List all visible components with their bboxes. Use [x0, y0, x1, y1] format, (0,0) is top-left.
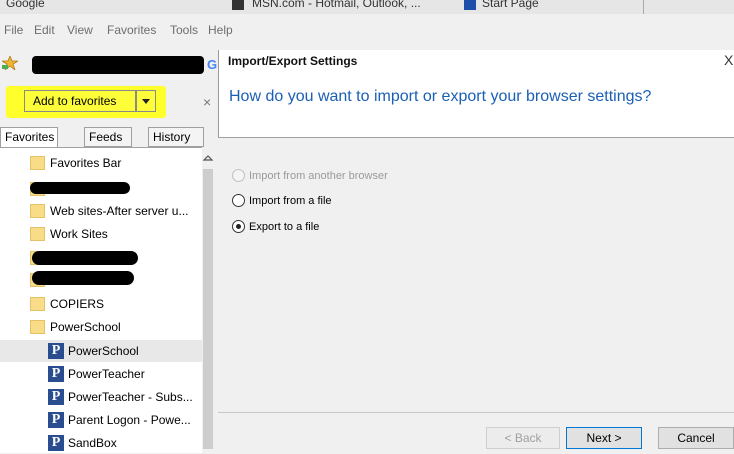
scroll-up-arrow-icon[interactable] [202, 153, 214, 163]
folder-icon [30, 320, 45, 334]
dropdown-arrow-icon [142, 99, 150, 104]
menu-bar: File Edit View Favorites Tools Help [0, 22, 734, 40]
tab-feeds[interactable]: Feeds [84, 127, 132, 147]
list-item[interactable]: Favorites Bar [0, 152, 202, 174]
list-item[interactable] [0, 178, 202, 200]
start-page-icon [464, 0, 476, 10]
list-item[interactable]: P SandBox [0, 432, 202, 454]
tab-start-page[interactable]: Start Page [482, 0, 539, 10]
folder-icon [30, 227, 45, 241]
folder-icon [30, 156, 45, 170]
powerschool-icon: P [48, 412, 64, 428]
add-to-favorites-dropdown[interactable] [136, 90, 156, 112]
folder-icon [30, 297, 45, 311]
tab-msn[interactable]: MSN.com - Hotmail, Outlook, ... [252, 0, 421, 10]
tab-google[interactable]: Google [6, 0, 45, 10]
radio-button-checked[interactable] [232, 220, 245, 233]
toolbar-row: G [0, 48, 220, 76]
powerschool-icon: P [48, 343, 64, 359]
tab-favorites[interactable]: Favorites [0, 127, 58, 147]
powerschool-icon: P [48, 389, 64, 405]
svg-text:G: G [207, 57, 217, 71]
redacted-address [32, 56, 204, 74]
favorites-list: Favorites Bar Web sites-After server u..… [0, 147, 202, 453]
list-item[interactable]: COPIERS [0, 293, 202, 315]
list-item[interactable] [0, 247, 202, 269]
tab-divider [643, 0, 644, 14]
tab-history[interactable]: History [148, 127, 204, 147]
list-item[interactable]: P PowerTeacher [0, 363, 202, 385]
radio-button [232, 169, 245, 182]
dialog-question: How do you want to import or export your… [229, 88, 652, 105]
menu-tools[interactable]: Tools [170, 22, 198, 38]
powerschool-icon: P [48, 366, 64, 382]
favorites-star-icon[interactable] [2, 56, 18, 70]
cancel-button[interactable]: Cancel [658, 427, 734, 449]
list-item[interactable]: Work Sites [0, 223, 202, 245]
next-button[interactable]: Next > [566, 427, 642, 449]
back-button[interactable]: < Back [486, 427, 560, 449]
list-item[interactable] [0, 269, 202, 291]
menu-view[interactable]: View [67, 22, 93, 38]
menu-favorites[interactable]: Favorites [107, 22, 156, 38]
favorites-scrollbar[interactable] [202, 147, 214, 453]
menu-edit[interactable]: Edit [34, 22, 55, 38]
radio-button[interactable] [232, 194, 245, 207]
list-item[interactable]: P PowerTeacher - Subs... [0, 386, 202, 408]
favorites-tabs: Favorites Feeds History [0, 127, 214, 147]
dialog-close-button[interactable]: X [724, 52, 733, 68]
list-item[interactable]: Web sites-After server u... [0, 200, 202, 222]
redacted-item [32, 271, 134, 285]
list-item[interactable]: PowerSchool [0, 316, 202, 338]
dialog-footer: < Back Next > Cancel [218, 413, 734, 453]
add-to-favorites-button[interactable]: Add to favorites [24, 90, 136, 112]
browser-tab-strip: Google MSN.com - Hotmail, Outlook, ... S… [0, 0, 734, 14]
menu-help[interactable]: Help [208, 22, 233, 38]
dialog-title: Import/Export Settings [228, 54, 358, 68]
folder-icon [30, 204, 45, 218]
list-item-selected[interactable]: P PowerSchool [0, 340, 202, 362]
dialog-body: Import from another browser Import from … [218, 138, 734, 412]
redacted-item [30, 182, 130, 194]
menu-file[interactable]: File [4, 22, 23, 38]
close-panel-icon[interactable]: × [203, 94, 211, 110]
msn-icon [232, 0, 244, 10]
powerschool-icon: P [48, 435, 64, 451]
redacted-item [32, 251, 138, 265]
list-item[interactable]: P Parent Logon - Powe... [0, 409, 202, 431]
scrollbar-thumb[interactable] [203, 169, 213, 449]
